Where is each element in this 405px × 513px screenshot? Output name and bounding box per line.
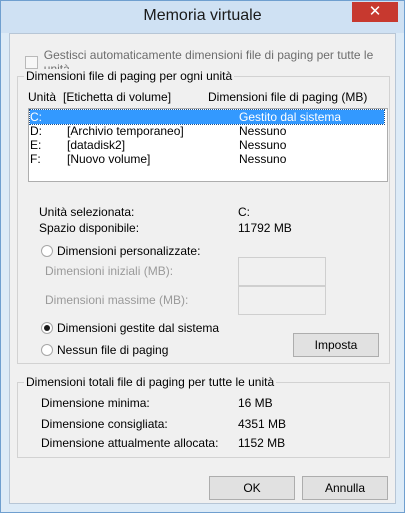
virtual-memory-dialog: Memoria virtuale ✕ Gestisci automaticame… — [0, 0, 405, 513]
header-volume-label: [Etichetta di volume] — [63, 90, 172, 104]
system-managed-label: Dimensioni gestite dal sistema — [57, 321, 220, 335]
initial-size-label: Dimensioni iniziali (MB): — [45, 264, 174, 278]
no-paging-label: Nessun file di paging — [57, 343, 169, 357]
allocated-size-label: Dimensione attualmente allocata: — [41, 436, 219, 450]
set-button[interactable]: Imposta — [293, 333, 379, 357]
drive-row-c[interactable]: C: Gestito dal sistema — [29, 109, 385, 125]
max-size-input[interactable] — [238, 286, 326, 315]
no-paging-option[interactable]: Nessun file di paging — [41, 343, 168, 357]
drive-letter: D: — [30, 124, 42, 138]
recommended-size-label: Dimensione consigliata: — [41, 417, 168, 431]
drive-paging-size: Nessuno — [239, 124, 287, 138]
custom-size-label: Dimensioni personalizzate: — [57, 244, 201, 258]
title-bar: Memoria virtuale ✕ — [1, 1, 404, 33]
drive-list[interactable]: C: Gestito dal sistema D: [Archivio temp… — [28, 108, 388, 182]
min-size-value: 16 MB — [238, 396, 273, 410]
custom-size-radio[interactable] — [41, 245, 53, 257]
per-drive-group: Dimensioni file di paging per ogni unità… — [17, 69, 390, 364]
initial-size-input[interactable] — [238, 257, 326, 286]
cancel-button[interactable]: Annulla — [302, 476, 388, 500]
drive-paging-size: Nessuno — [239, 152, 287, 166]
custom-size-option[interactable]: Dimensioni personalizzate: — [41, 244, 200, 258]
system-managed-radio[interactable] — [41, 322, 53, 334]
drive-paging-size: Nessuno — [239, 138, 287, 152]
free-space-label: Spazio disponibile: — [39, 221, 140, 235]
drive-paging-size: Gestito dal sistema — [239, 110, 342, 124]
allocated-size-value: 1152 MB — [238, 436, 286, 450]
no-paging-radio[interactable] — [41, 344, 53, 356]
system-managed-option[interactable]: Dimensioni gestite dal sistema — [41, 321, 219, 335]
recommended-size-value: 4351 MB — [238, 417, 287, 431]
drive-list-header: Unità [Etichetta di volume] Dimensioni f… — [28, 90, 378, 106]
min-size-label: Dimensione minima: — [41, 396, 150, 410]
totals-group-title: Dimensioni totali file di paging per tut… — [24, 375, 277, 389]
ok-button[interactable]: OK — [209, 476, 295, 500]
selected-drive-value: C: — [238, 205, 250, 219]
drive-volume-label: [Archivio temporaneo] — [67, 124, 184, 138]
drive-letter: E: — [30, 138, 42, 152]
selected-drive-label: Unità selezionata: — [39, 205, 135, 219]
header-drive: Unità — [28, 90, 57, 104]
free-space-value: 11792 MB — [238, 221, 292, 235]
drive-letter: C: — [30, 110, 42, 124]
drive-row-d[interactable]: D: [Archivio temporaneo] Nessuno — [30, 124, 384, 138]
header-paging-size: Dimensioni file di paging (MB) — [208, 90, 368, 104]
auto-manage-checkbox[interactable] — [25, 55, 38, 69]
drive-letter: F: — [30, 152, 41, 166]
drive-row-e[interactable]: E: [datadisk2] Nessuno — [30, 138, 384, 152]
drive-volume-label: [datadisk2] — [67, 138, 126, 152]
per-drive-group-title: Dimensioni file di paging per ogni unità — [24, 69, 235, 83]
window-title: Memoria virtuale — [143, 7, 262, 24]
close-icon: ✕ — [368, 3, 382, 20]
close-button[interactable]: ✕ — [352, 2, 398, 22]
totals-group: Dimensioni totali file di paging per tut… — [17, 375, 390, 458]
max-size-label: Dimensioni massime (MB): — [45, 293, 189, 307]
drive-volume-label: [Nuovo volume] — [67, 152, 151, 166]
drive-row-f[interactable]: F: [Nuovo volume] Nessuno — [30, 152, 384, 166]
dialog-body: Gestisci automaticamente dimensioni file… — [9, 33, 396, 504]
